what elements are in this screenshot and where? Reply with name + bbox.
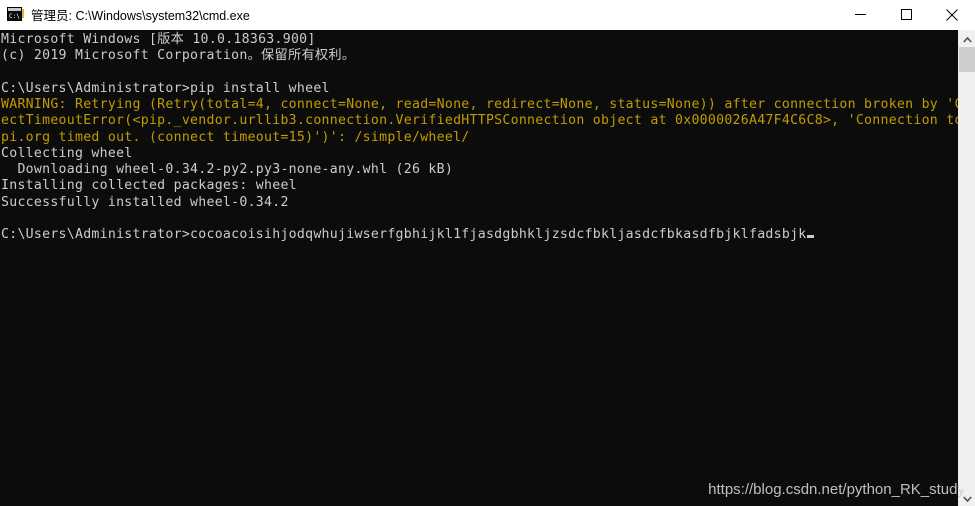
window-title: 管理员: C:\Windows\system32\cmd.exe [31,9,250,23]
scroll-down-button[interactable] [959,489,975,506]
text-cursor [806,235,814,238]
minimize-button[interactable] [837,0,883,30]
console-line: Microsoft Windows [版本 10.0.18363.900] [1,32,316,47]
console-line: Collecting wheel [1,145,133,161]
close-button[interactable] [929,0,975,30]
console-line: C:\Users\Administrator>pip install wheel [1,80,330,96]
console-line: WARNING: Retrying (Retry(total=4, connec… [1,97,958,112]
console-line: Successfully installed wheel-0.34.2 [1,194,289,210]
scroll-up-button[interactable] [959,30,975,47]
cmd-window: C:\ 管理员: C:\Windows\system32\cmd.exe Mic… [0,0,975,506]
maximize-button[interactable] [883,0,929,30]
console-line: ectTimeoutError(<pip._vendor.urllib3.con… [1,113,958,129]
chevron-up-icon [962,30,972,48]
console-line: pi.org timed out. (connect timeout=15)')… [1,129,470,145]
title-bar[interactable]: C:\ 管理员: C:\Windows\system32\cmd.exe [0,0,975,30]
console-area: Microsoft Windows [版本 10.0.18363.900] (c)… [0,30,975,506]
svg-text:C:\: C:\ [9,13,20,20]
title-bar-left: C:\ 管理员: C:\Windows\system32\cmd.exe [0,5,837,24]
cmd-icon: C:\ [7,7,24,22]
window-controls [837,0,975,30]
console-output[interactable]: Microsoft Windows [版本 10.0.18363.900] (c)… [0,30,958,506]
console-line: Downloading wheel-0.34.2-py2.py3-none-an… [1,162,454,177]
console-line: C:\Users\Administrator>cocoacoisihjodqwh… [1,227,958,243]
console-line: (c) 2019 Microsoft Corporation。保留所有权利。 [1,48,356,64]
vertical-scrollbar[interactable] [958,30,975,506]
scrollbar-thumb[interactable] [959,47,975,72]
chevron-down-icon [962,489,972,506]
scrollbar-track[interactable] [959,47,975,489]
console-line: Installing collected packages: wheel [1,178,297,194]
